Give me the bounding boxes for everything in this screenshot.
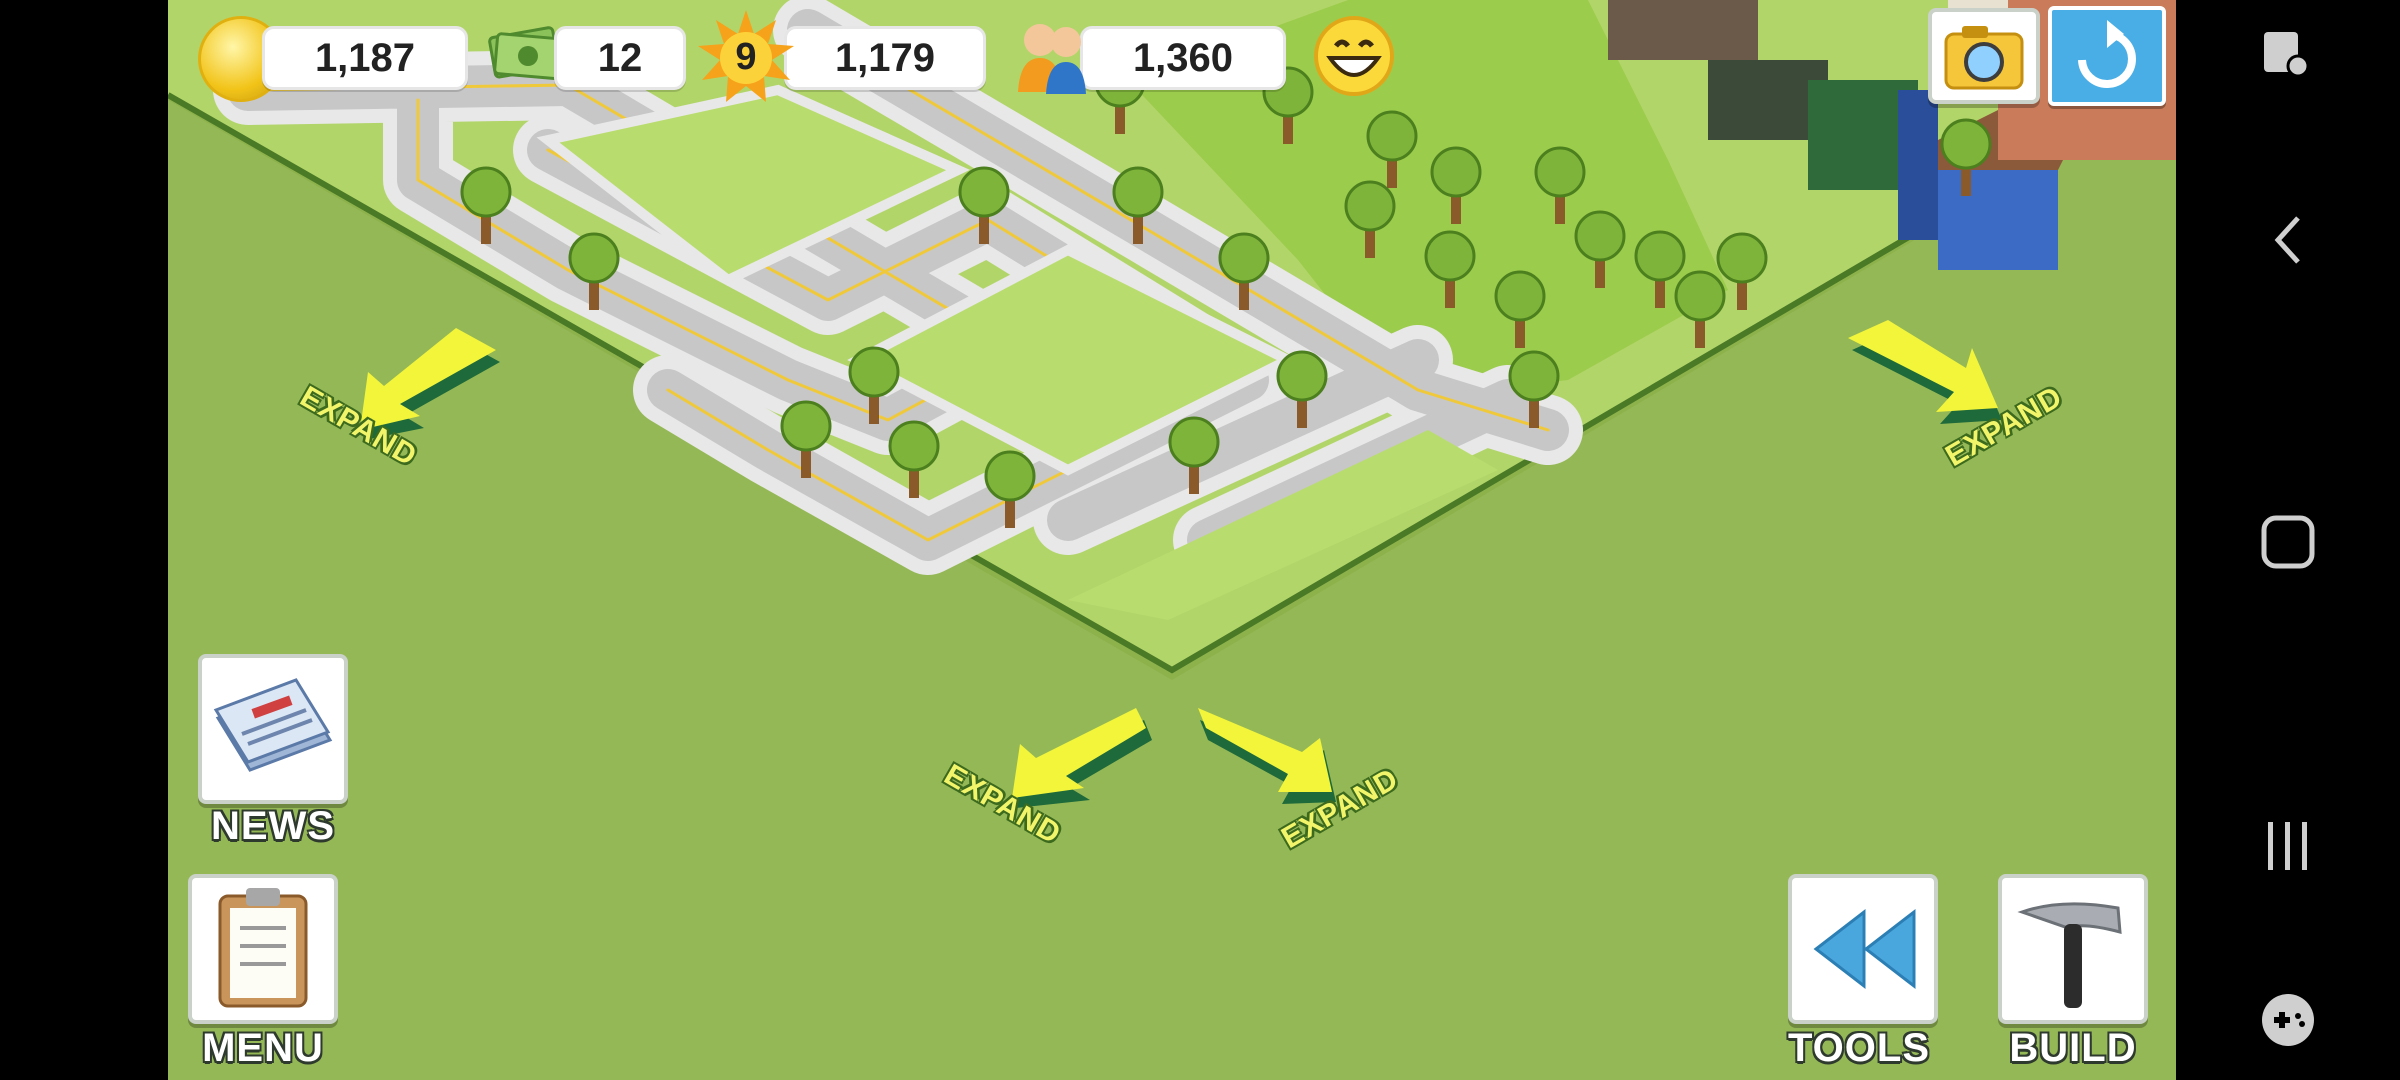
gamepad-icon [2262,994,2314,1046]
camera-icon [1944,26,2024,90]
build-label: BUILD [2009,1026,2137,1070]
recents-button[interactable] [2256,814,2320,878]
news-label: NEWS [211,804,335,848]
population-value: 1,360 [1080,26,1286,90]
menu-label: MENU [202,1026,324,1070]
level-sun-icon: 9 [698,10,794,106]
home-square-icon [2261,515,2315,569]
experience-value: 1,179 [784,26,986,90]
expand-left[interactable]: EXPAND [284,320,524,480]
system-navigation-bar [2176,0,2400,1080]
level-value: 9 [735,36,757,78]
refresh-button[interactable] [2048,6,2166,106]
screen-capture-icon [2264,32,2310,78]
camera-button[interactable] [1928,8,2040,104]
expand-bottom-left[interactable]: EXPAND [920,700,1160,860]
tools-label: TOOLS [1787,1026,1931,1070]
hammer-icon [2017,902,2122,1008]
expand-right[interactable]: EXPAND [1830,320,2080,480]
coins-value: 1,187 [262,26,468,90]
recents-icon [2268,822,2307,870]
newspaper-icon [213,678,333,772]
population-icon [1006,12,1096,102]
back-button[interactable] [2256,208,2320,272]
refresh-icon [2078,20,2136,88]
clipboard-icon [218,888,308,1008]
happiness-smiley-icon[interactable] [1312,14,1396,98]
cash-value: 12 [554,26,686,90]
expand-bottom-right[interactable]: EXPAND [1190,700,1430,860]
rewind-icon [1813,908,1916,990]
screen-capture-button[interactable] [2256,24,2320,88]
home-button[interactable] [2256,510,2320,574]
game-tools-button[interactable] [2256,988,2320,1052]
back-chevron-icon [2274,216,2300,264]
